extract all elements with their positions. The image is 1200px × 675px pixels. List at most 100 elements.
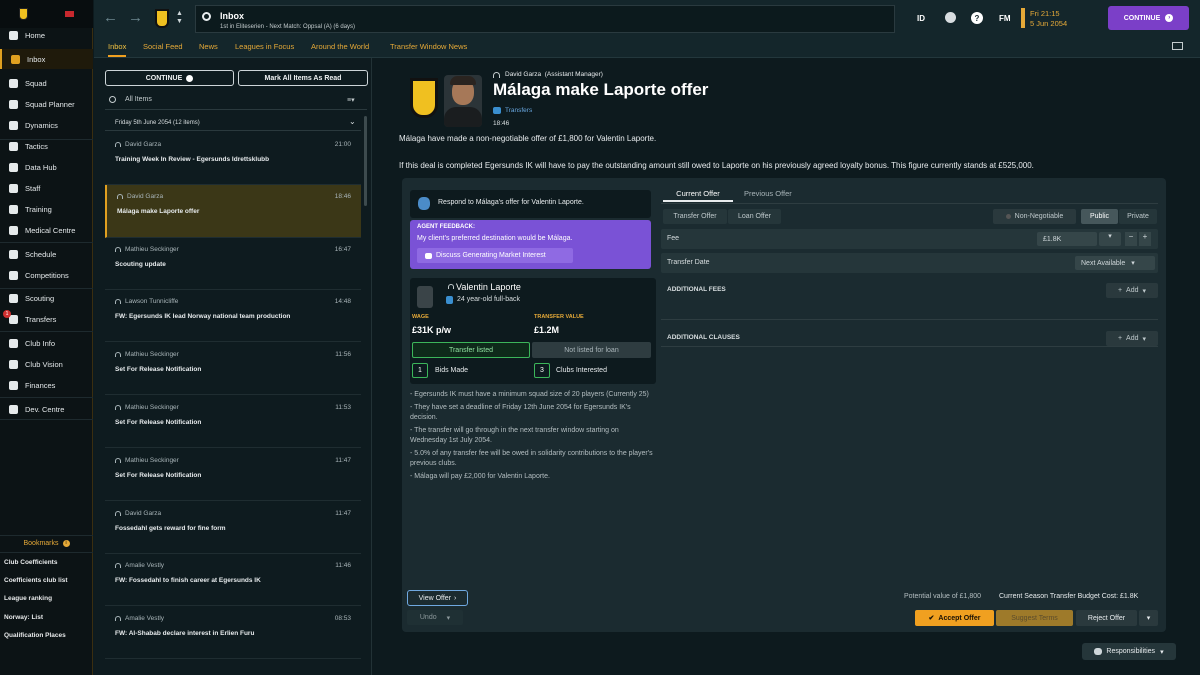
sidebar-item-schedule[interactable]: Schedule — [0, 244, 93, 264]
suggest-terms-button[interactable]: Suggest Terms — [996, 610, 1073, 626]
continue-button[interactable]: CONTINUE › — [1108, 6, 1189, 30]
help-icon[interactable]: ? — [971, 12, 983, 24]
view-offer-button[interactable]: View Offer › — [407, 590, 468, 606]
public-toggle[interactable]: Public — [1081, 209, 1118, 224]
bookmark-item[interactable]: League ranking — [4, 595, 52, 602]
reject-offer-button[interactable]: Reject Offer — [1076, 610, 1137, 626]
chevron-up-down-icon[interactable]: ▲ ▼ — [176, 10, 183, 26]
tab-news[interactable]: News — [199, 42, 218, 51]
tab-current-offer[interactable]: Current Offer — [663, 187, 733, 202]
transfer-offer-toggle[interactable]: Transfer Offer — [663, 209, 727, 224]
list-item[interactable]: Mathieu Seckinger 11:53 Set For Release No… — [105, 396, 361, 448]
club-crest-icon[interactable] — [155, 9, 169, 28]
filter-row[interactable]: All Items ≡▾ — [105, 91, 367, 110]
dynamics-icon — [7, 119, 19, 131]
sidebar-item-data-hub[interactable]: Data Hub — [0, 157, 93, 177]
player-name[interactable]: Valentin Laporte — [456, 282, 521, 292]
tab-around-the-world[interactable]: Around the World — [311, 42, 369, 51]
sidebar-item-scouting[interactable]: Scouting — [0, 288, 93, 308]
list-item[interactable]: Mathieu Seckinger 11:47 Set For Release No… — [105, 449, 361, 501]
club-crest-icon[interactable] — [19, 8, 28, 20]
message-body-2: If this deal is completed Egersunds IK w… — [399, 161, 1034, 170]
transfer-date-value: Next Available — [1081, 259, 1126, 267]
list-item[interactable]: David Garza 21:00 Training Week In Review … — [105, 133, 361, 185]
inbox-group-header[interactable]: Friday 5th June 2054 (12 items) ⌄ — [105, 117, 361, 131]
bookmark-item[interactable]: Qualification Places — [4, 632, 66, 639]
sidebar-item-training[interactable]: Training — [0, 199, 93, 219]
sidebar-item-label: Dynamics — [25, 120, 58, 130]
non-negotiable-toggle[interactable]: Non-Negotiable — [993, 209, 1076, 224]
sidebar-item-finances[interactable]: Finances — [0, 375, 93, 395]
tab-leagues-in-focus[interactable]: Leagues in Focus — [235, 42, 294, 51]
bookmark-item[interactable]: Club Coefficients — [4, 559, 57, 566]
fee-increase-button[interactable]: + — [1139, 232, 1151, 246]
chevron-down-icon[interactable]: ⌄ — [349, 117, 356, 126]
fee-dropdown-icon[interactable]: ▾ — [1099, 232, 1121, 246]
discuss-market-interest-button[interactable]: Discuss Generating Market Interest — [417, 248, 573, 263]
sidebar-item-squad[interactable]: Squad — [0, 73, 93, 93]
fm-button[interactable]: FM — [999, 14, 1011, 23]
add-clause-button[interactable]: + Add ▾ — [1106, 331, 1158, 346]
reject-options-chevron-icon[interactable]: ▾ — [1139, 610, 1158, 626]
accept-offer-button[interactable]: ✔ Accept Offer — [915, 610, 994, 626]
message-sender: David Garza — [127, 192, 164, 200]
private-toggle[interactable]: Private — [1119, 209, 1157, 224]
message-time: 21:00 — [334, 141, 351, 148]
tab-previous-offer[interactable]: Previous Offer — [744, 189, 792, 198]
headset-icon — [115, 510, 121, 516]
message-category[interactable]: Transfers — [505, 107, 532, 114]
malaga-crest-icon — [418, 197, 430, 210]
sidebar-item-club-vision[interactable]: Club Vision — [0, 354, 93, 374]
bookmarks-header[interactable]: Bookmarks i — [0, 537, 93, 549]
list-item[interactable]: David Garza 11:47 Fossedahl gets reward fo… — [105, 502, 361, 554]
sidebar-item-staff[interactable]: Staff — [0, 178, 93, 198]
clubs-label: Clubs Interested — [556, 367, 607, 374]
list-item[interactable]: Amalie Vestly 08:53 FW: Al-Shabab declare … — [105, 607, 361, 660]
tab-inbox[interactable]: Inbox — [108, 42, 127, 57]
sidebar-item-transfers[interactable]: Transfers 1 — [0, 309, 93, 329]
list-item[interactable]: Mathieu Seckinger 11:56 Set For Release No… — [105, 343, 361, 396]
tab-social-feed[interactable]: Social Feed — [143, 42, 183, 51]
list-item[interactable]: Mathieu Seckinger 16:47 Scouting update — [105, 238, 361, 290]
transfer-date-select[interactable]: Next Available ▾ — [1075, 256, 1155, 270]
message-time: 08:53 — [334, 615, 351, 623]
back-arrow-icon[interactable]: ← — [103, 9, 118, 26]
forward-arrow-icon[interactable]: → — [128, 9, 143, 26]
list-item[interactable]: David Garza 18:46 Málaga make Laporte offe… — [105, 184, 361, 238]
responsibilities-button[interactable]: Responsibilities ▾ — [1082, 643, 1176, 660]
id-button[interactable]: ID — [917, 14, 925, 23]
sidebar-item-label: Squad Planner — [25, 99, 75, 109]
bookmark-item[interactable]: Norway: List — [4, 614, 43, 621]
search-bar[interactable]: Inbox 1st in Eliteserien - Next Match: O… — [195, 5, 895, 33]
add-fee-button[interactable]: + Add ▾ — [1106, 283, 1158, 298]
loan-offer-toggle[interactable]: Loan Offer — [728, 209, 781, 224]
inbox-continue-button[interactable]: CONTINUE — [105, 70, 234, 86]
bookmark-item[interactable]: Coefficients club list — [4, 577, 68, 584]
list-item[interactable]: Lawson Tunnicliffe 14:48 FW: Egersunds IK … — [105, 290, 361, 343]
sidebar-item-club-info[interactable]: Club Info — [0, 333, 93, 353]
sidebar-item-squad-planner[interactable]: Squad Planner — [0, 94, 93, 114]
bids-count: 1 — [412, 363, 428, 378]
brain-icon[interactable] — [945, 12, 956, 23]
sidebar-item-competitions[interactable]: Competitions — [0, 265, 93, 285]
sidebar-item-medical-centre[interactable]: Medical Centre — [0, 220, 93, 240]
budget-cost: Current Season Transfer Budget Cost: £1.… — [999, 593, 1139, 600]
player-desc: 24 year-old full-back — [457, 296, 521, 303]
undo-button[interactable]: Undo ▾ — [407, 610, 463, 625]
filter-label: All Items — [125, 96, 152, 103]
filter-menu-icon[interactable]: ≡▾ — [347, 96, 355, 104]
screen-icon[interactable] — [1172, 42, 1183, 50]
sidebar-item-dynamics[interactable]: Dynamics — [0, 115, 93, 135]
respond-text: Respond to Málaga's offer for Valentin L… — [438, 199, 584, 206]
scrollbar[interactable] — [364, 116, 367, 206]
list-item[interactable]: Amalie Vestly 11:46 FW: Fossedahl to finis… — [105, 554, 361, 607]
mark-all-read-button[interactable]: Mark All Items As Read — [238, 70, 368, 86]
fee-decrease-button[interactable]: − — [1125, 232, 1137, 246]
sidebar-item-dev-centre[interactable]: Dev. Centre — [0, 399, 93, 419]
tab-transfer-window-news[interactable]: Transfer Window News — [390, 42, 467, 51]
fee-input[interactable]: £1.8K — [1037, 232, 1097, 246]
sidebar-item-label: Schedule — [25, 249, 57, 259]
sidebar-item-home[interactable]: Home — [0, 25, 93, 45]
sidebar-item-inbox[interactable]: Inbox — [0, 49, 93, 69]
sender-name[interactable]: David Garza — [505, 71, 541, 78]
